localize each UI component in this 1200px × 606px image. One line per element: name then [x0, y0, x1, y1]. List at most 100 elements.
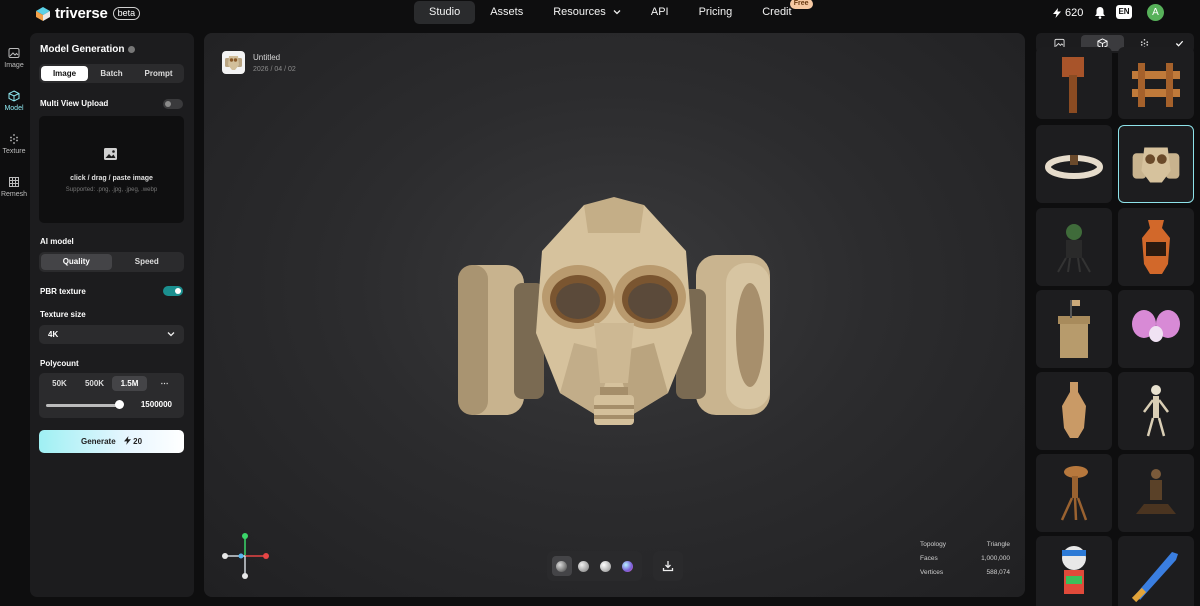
polycount-1-5m[interactable]: 1.5M: [112, 376, 147, 391]
bell-icon[interactable]: [1094, 6, 1106, 19]
model-thumbnail[interactable]: [222, 51, 245, 74]
tab-batch[interactable]: Batch: [88, 66, 135, 81]
matte-sphere-icon: [578, 560, 590, 572]
material-clay-button[interactable]: [551, 556, 572, 576]
credit-balance[interactable]: 620: [1053, 7, 1083, 19]
multi-view-toggle[interactable]: [163, 99, 183, 109]
asset-card-skeleton[interactable]: [1118, 372, 1194, 450]
axis-gizmo[interactable]: [220, 531, 270, 581]
main-nav: Studio Assets Resources API Pricing Cred…: [414, 0, 813, 24]
asset-card-amphora[interactable]: [1036, 372, 1112, 450]
asset-card-fence[interactable]: [1118, 47, 1194, 119]
image-icon: [8, 48, 20, 58]
material-matte-button[interactable]: [574, 556, 594, 576]
polycount-more[interactable]: ⋯: [147, 376, 182, 391]
model-date: 2026 / 04 / 02: [253, 66, 296, 73]
3d-viewport[interactable]: Untitled 2026 / 04 / 02 Topology Triangl…: [204, 33, 1025, 597]
asset-card-creature[interactable]: [1036, 208, 1112, 286]
credit-count: 620: [1065, 7, 1084, 19]
rail-item-remesh[interactable]: Remesh: [0, 169, 28, 212]
asset-card-toy-robot[interactable]: [1036, 536, 1112, 606]
texture-size-select[interactable]: 4K: [39, 325, 184, 344]
stat-value: Triangle: [986, 541, 1010, 548]
generate-button[interactable]: Generate 20: [39, 430, 184, 453]
asset-card-tower[interactable]: [1036, 290, 1112, 368]
normal-sphere-icon: [621, 560, 633, 572]
brand-logo[interactable]: triverse beta: [36, 5, 141, 22]
nav-studio-label: Studio: [429, 6, 461, 18]
texture-size-label: Texture size: [40, 310, 86, 319]
rail-item-texture[interactable]: Texture: [0, 126, 28, 169]
avatar[interactable]: A: [1147, 4, 1164, 21]
language-button[interactable]: EN: [1116, 5, 1132, 19]
multi-view-label: Multi View Upload: [40, 99, 109, 108]
nav-resources-label: Resources: [553, 6, 606, 18]
rail-item-image[interactable]: Image: [0, 40, 28, 83]
nav-resources[interactable]: Resources: [538, 1, 636, 24]
download-button[interactable]: [653, 551, 683, 581]
asset-card-vase[interactable]: [1118, 208, 1194, 286]
toy-robot-asset-icon: [1062, 546, 1086, 594]
nav-api[interactable]: API: [636, 1, 684, 24]
pbr-texture-toggle[interactable]: [163, 286, 183, 296]
image-placeholder-icon: [104, 148, 117, 160]
panel-title: Model Generation: [40, 44, 136, 55]
polycount-slider-track[interactable]: [46, 404, 122, 407]
mode-tabs: Image Batch Prompt: [39, 64, 184, 83]
warrior-asset-icon: [1136, 469, 1176, 514]
ai-model-speed[interactable]: Speed: [112, 254, 183, 270]
generate-cost: 20: [133, 437, 143, 446]
stat-label: Topology: [920, 541, 947, 548]
grid-icon: [9, 177, 19, 187]
nav-credit-label: Credit: [762, 6, 792, 18]
brand-name: triverse: [55, 5, 108, 22]
texture-icon: [10, 134, 18, 144]
polycount-50k[interactable]: 50K: [42, 376, 77, 391]
tab-prompt[interactable]: Prompt: [135, 66, 182, 81]
beta-badge: beta: [112, 7, 141, 20]
material-normal-button[interactable]: [617, 556, 637, 576]
lightning-icon: [123, 436, 131, 445]
asset-card-axe[interactable]: [1036, 47, 1112, 119]
stat-label: Vertices: [920, 569, 944, 576]
asset-card-butterfly[interactable]: [1118, 290, 1194, 368]
butterfly-asset-icon: [1132, 310, 1180, 342]
texture-size-value: 4K: [48, 330, 59, 339]
fence-asset-icon: [1132, 63, 1180, 107]
axe-asset-icon: [1062, 57, 1084, 113]
nav-pricing[interactable]: Pricing: [684, 1, 748, 24]
asset-card-campfire-ring[interactable]: [1036, 125, 1112, 203]
asset-gallery: [1036, 33, 1194, 606]
tab-image[interactable]: Image: [41, 66, 88, 81]
stat-topology: Topology Triangle: [920, 541, 1010, 555]
polycount-slider-handle[interactable]: [115, 400, 124, 409]
rail-item-model[interactable]: Model: [0, 83, 28, 126]
lightning-icon: [1053, 8, 1061, 18]
stat-vertices: Vertices 588,074: [920, 569, 1010, 583]
nav-studio[interactable]: Studio: [414, 1, 476, 24]
vase-asset-icon: [1142, 220, 1170, 274]
asset-card-robot-walker[interactable]: [1036, 454, 1112, 532]
free-badge: Free: [789, 0, 813, 9]
model-title: Untitled: [253, 53, 281, 62]
asset-card-gas-mask[interactable]: [1118, 125, 1194, 203]
ai-model-quality[interactable]: Quality: [41, 254, 112, 270]
amphora-asset-icon: [1062, 382, 1086, 438]
model-generation-panel: Model Generation Image Batch Prompt Mult…: [30, 33, 194, 597]
polycount-value: 1500000: [140, 400, 172, 409]
material-metal-button[interactable]: [595, 556, 615, 576]
upload-instruction: click / drag / paste image: [70, 175, 153, 182]
asset-card-warrior[interactable]: [1118, 454, 1194, 532]
stat-faces: Faces 1,000,000: [920, 555, 1010, 569]
info-icon[interactable]: [128, 46, 136, 53]
polycount-label: Polycount: [40, 359, 79, 368]
image-upload-dropzone[interactable]: click / drag / paste image Supported: .p…: [39, 116, 184, 223]
nav-credit[interactable]: Credit Free: [747, 0, 813, 24]
nav-assets[interactable]: Assets: [475, 1, 538, 24]
stat-label: Faces: [920, 555, 938, 562]
model-stats: Topology Triangle Faces 1,000,000 Vertices…: [920, 541, 1010, 583]
nav-pricing-label: Pricing: [698, 6, 733, 18]
polycount-500k[interactable]: 500K: [77, 376, 112, 391]
top-bar: triverse beta Studio Assets Resources AP…: [0, 0, 1200, 26]
asset-card-sword[interactable]: [1118, 536, 1194, 606]
